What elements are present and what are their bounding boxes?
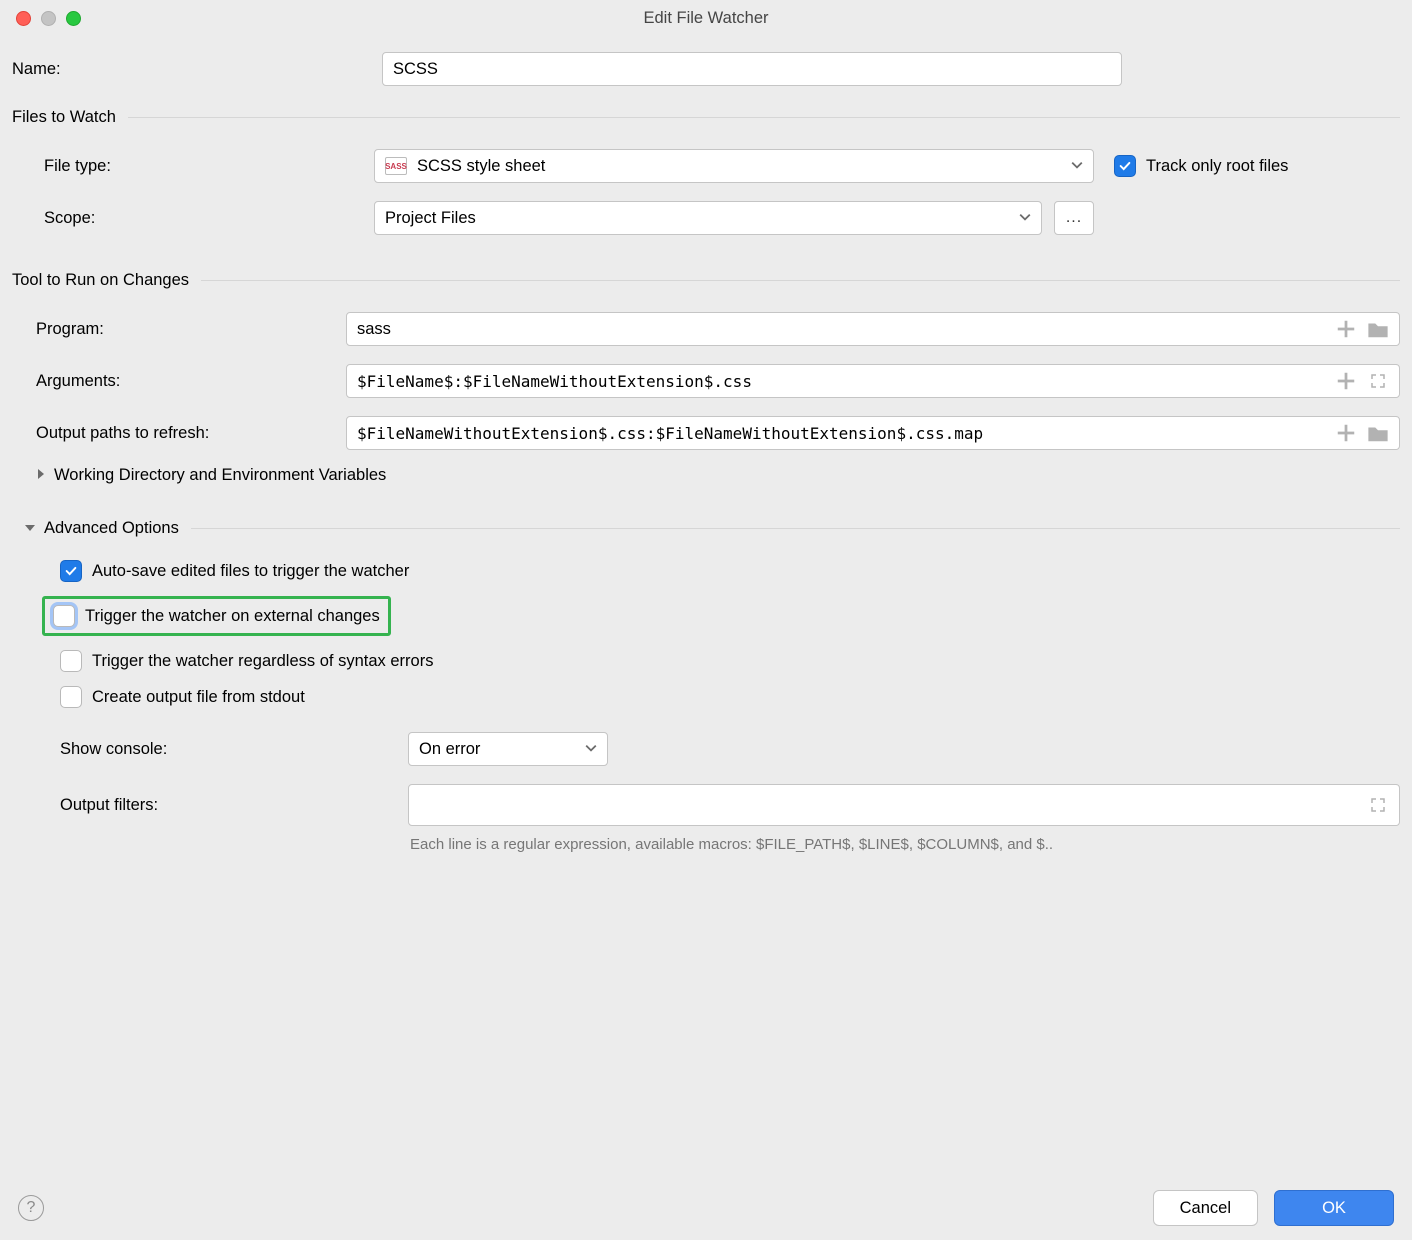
minimize-window-button[interactable]: [41, 11, 56, 26]
output-filters-label: Output filters:: [60, 796, 408, 815]
arguments-input[interactable]: $FileName$:$FileNameWithoutExtension$.cs…: [346, 364, 1400, 398]
name-label: Name:: [12, 60, 382, 79]
cancel-button[interactable]: Cancel: [1153, 1190, 1258, 1226]
scope-dropdown[interactable]: Project Files: [374, 201, 1042, 235]
output-filters-hint: Each line is a regular expression, avail…: [410, 836, 1400, 853]
name-input-value: SCSS: [393, 60, 438, 79]
chevron-down-icon: [1071, 157, 1083, 176]
edit-file-watcher-dialog: Edit File Watcher Name: SCSS Files to Wa…: [0, 0, 1412, 1240]
disclosure-right-icon[interactable]: [36, 466, 46, 485]
output-paths-input[interactable]: $FileNameWithoutExtension$.css:$FileName…: [346, 416, 1400, 450]
file-type-value: SCSS style sheet: [417, 157, 545, 176]
program-value: sass: [357, 320, 391, 339]
insert-macro-button[interactable]: [1335, 422, 1357, 444]
show-console-dropdown[interactable]: On error: [408, 732, 608, 766]
trigger-regardless-label: Trigger the watcher regardless of syntax…: [92, 652, 433, 671]
program-input[interactable]: sass: [346, 312, 1400, 346]
scope-label: Scope:: [44, 209, 374, 228]
expand-icon[interactable]: [1367, 370, 1389, 392]
trigger-regardless-checkbox[interactable]: [60, 650, 82, 672]
browse-folder-icon[interactable]: [1367, 318, 1389, 340]
files-to-watch-section: Files to Watch: [12, 108, 1400, 127]
ok-button[interactable]: OK: [1274, 1190, 1394, 1226]
track-root-checkbox[interactable]: [1114, 155, 1136, 177]
advanced-options-section: Advanced Options: [12, 519, 1400, 538]
file-type-label: File type:: [44, 157, 374, 176]
expand-icon[interactable]: [1367, 794, 1389, 816]
titlebar: Edit File Watcher: [0, 0, 1412, 36]
output-paths-label: Output paths to refresh:: [36, 424, 346, 443]
cancel-label: Cancel: [1180, 1199, 1231, 1218]
help-button[interactable]: ?: [18, 1195, 44, 1221]
show-console-value: On error: [419, 740, 480, 759]
dialog-footer: ? Cancel OK: [0, 1190, 1412, 1226]
sass-file-icon: SASS: [385, 157, 407, 175]
trigger-external-highlight: Trigger the watcher on external changes: [42, 596, 391, 636]
auto-save-checkbox[interactable]: [60, 560, 82, 582]
disclosure-down-icon[interactable]: [24, 519, 36, 538]
working-dir-disclosure[interactable]: Working Directory and Environment Variab…: [54, 466, 386, 485]
insert-macro-button[interactable]: [1335, 318, 1357, 340]
arguments-label: Arguments:: [36, 372, 346, 391]
create-stdout-checkbox[interactable]: [60, 686, 82, 708]
output-paths-value: $FileNameWithoutExtension$.css:$FileName…: [357, 424, 983, 443]
chevron-down-icon: [1019, 209, 1031, 228]
tool-to-run-title: Tool to Run on Changes: [12, 271, 189, 290]
name-input[interactable]: SCSS: [382, 52, 1122, 86]
ok-label: OK: [1322, 1199, 1346, 1218]
arguments-value: $FileName$:$FileNameWithoutExtension$.cs…: [357, 372, 752, 391]
program-label: Program:: [36, 320, 346, 339]
create-stdout-label: Create output file from stdout: [92, 688, 305, 707]
zoom-window-button[interactable]: [66, 11, 81, 26]
scope-browse-button[interactable]: ...: [1054, 201, 1094, 235]
trigger-external-label: Trigger the watcher on external changes: [85, 607, 380, 626]
output-filters-input[interactable]: [408, 784, 1400, 826]
trigger-external-checkbox[interactable]: [53, 605, 75, 627]
window-controls: [16, 11, 81, 26]
chevron-down-icon: [585, 740, 597, 759]
insert-macro-button[interactable]: [1335, 370, 1357, 392]
track-root-label: Track only root files: [1146, 157, 1288, 176]
scope-value: Project Files: [385, 209, 476, 228]
advanced-title: Advanced Options: [44, 519, 179, 538]
auto-save-label: Auto-save edited files to trigger the wa…: [92, 562, 409, 581]
window-title: Edit File Watcher: [643, 9, 768, 28]
browse-folder-icon[interactable]: [1367, 422, 1389, 444]
tool-to-run-section: Tool to Run on Changes: [12, 271, 1400, 290]
file-type-dropdown[interactable]: SASS SCSS style sheet: [374, 149, 1094, 183]
files-to-watch-title: Files to Watch: [12, 108, 116, 127]
close-window-button[interactable]: [16, 11, 31, 26]
show-console-label: Show console:: [60, 740, 408, 759]
